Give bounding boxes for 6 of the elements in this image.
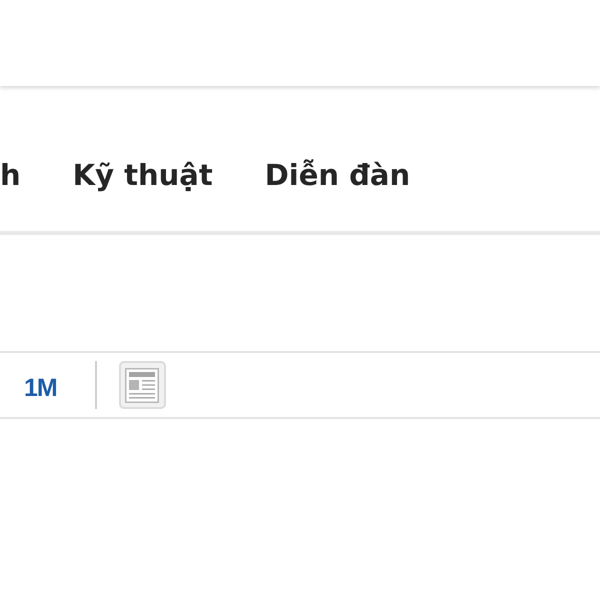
nav-link[interactable]: h [0,156,21,193]
layout-button[interactable] [118,361,166,409]
nav-link[interactable]: Diễn đàn [264,156,410,193]
nav-link[interactable]: Kỹ thuật [72,156,213,193]
range-button[interactable]: 1M [24,373,57,403]
newspaper-icon [125,368,160,402]
